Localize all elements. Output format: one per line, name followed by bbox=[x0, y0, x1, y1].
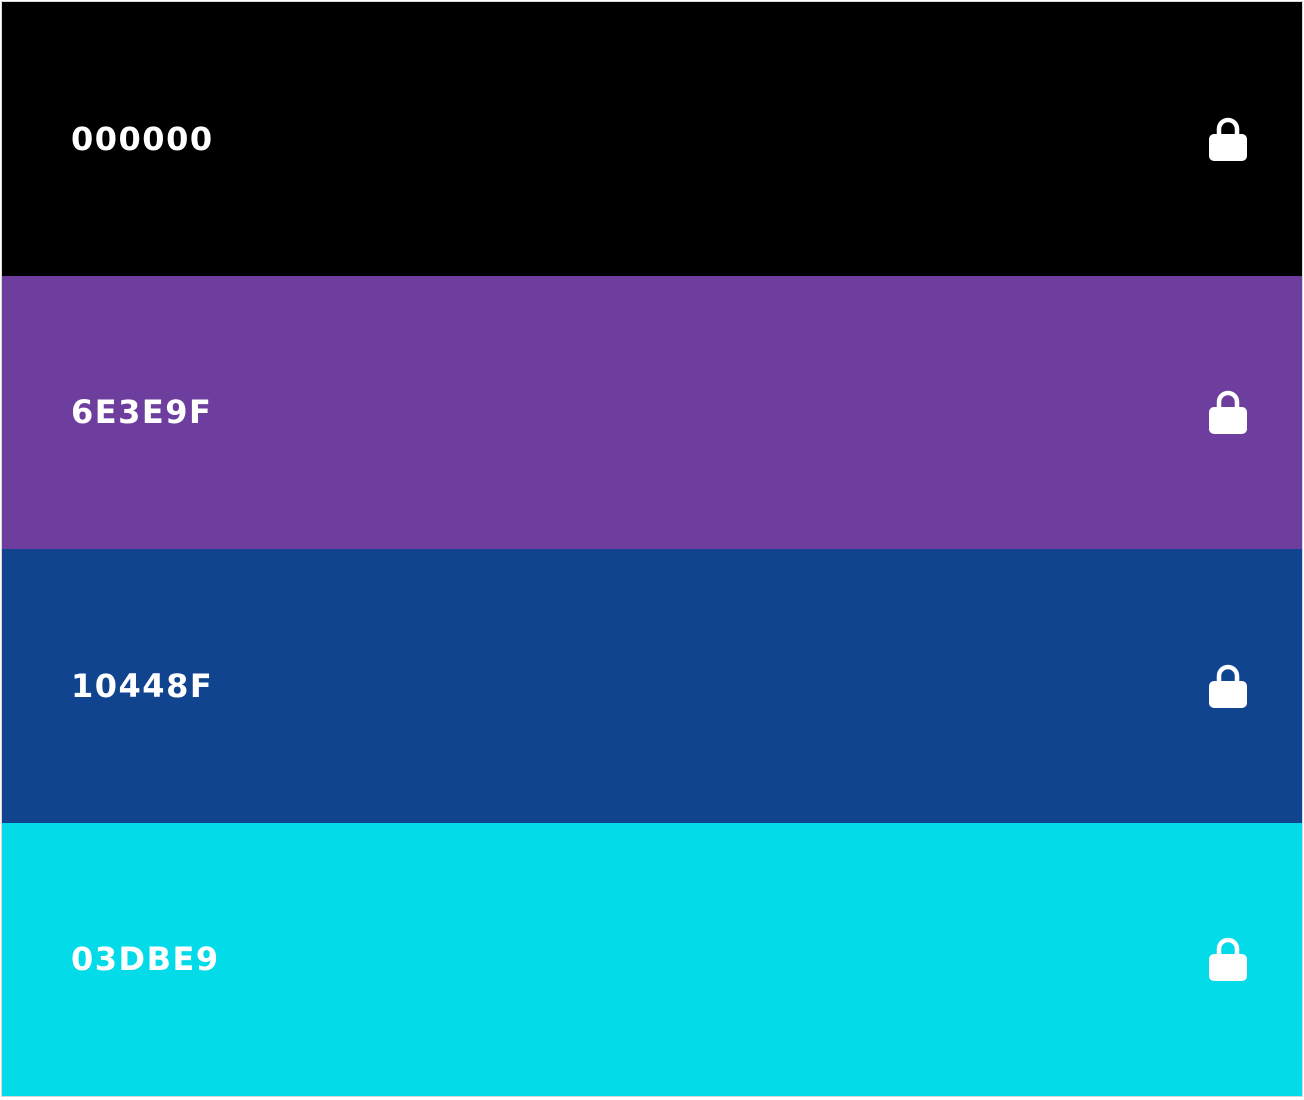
color-swatch[interactable]: 6E3E9F bbox=[2, 275, 1302, 549]
color-swatch[interactable]: 000000 bbox=[2, 2, 1302, 276]
hex-code-label[interactable]: 03DBE9 bbox=[71, 940, 220, 978]
lock-icon[interactable] bbox=[1208, 116, 1248, 162]
hex-code-label[interactable]: 6E3E9F bbox=[71, 393, 212, 431]
color-swatch[interactable]: 10448F bbox=[2, 549, 1302, 823]
lock-icon[interactable] bbox=[1208, 936, 1248, 982]
hex-code-label[interactable]: 10448F bbox=[71, 667, 213, 705]
lock-icon[interactable] bbox=[1208, 389, 1248, 435]
hex-code-label[interactable]: 000000 bbox=[71, 120, 214, 158]
color-swatch[interactable]: 03DBE9 bbox=[2, 822, 1302, 1096]
color-palette: 000000 6E3E9F 10448F 03DBE9 bbox=[1, 1, 1303, 1097]
lock-icon[interactable] bbox=[1208, 663, 1248, 709]
